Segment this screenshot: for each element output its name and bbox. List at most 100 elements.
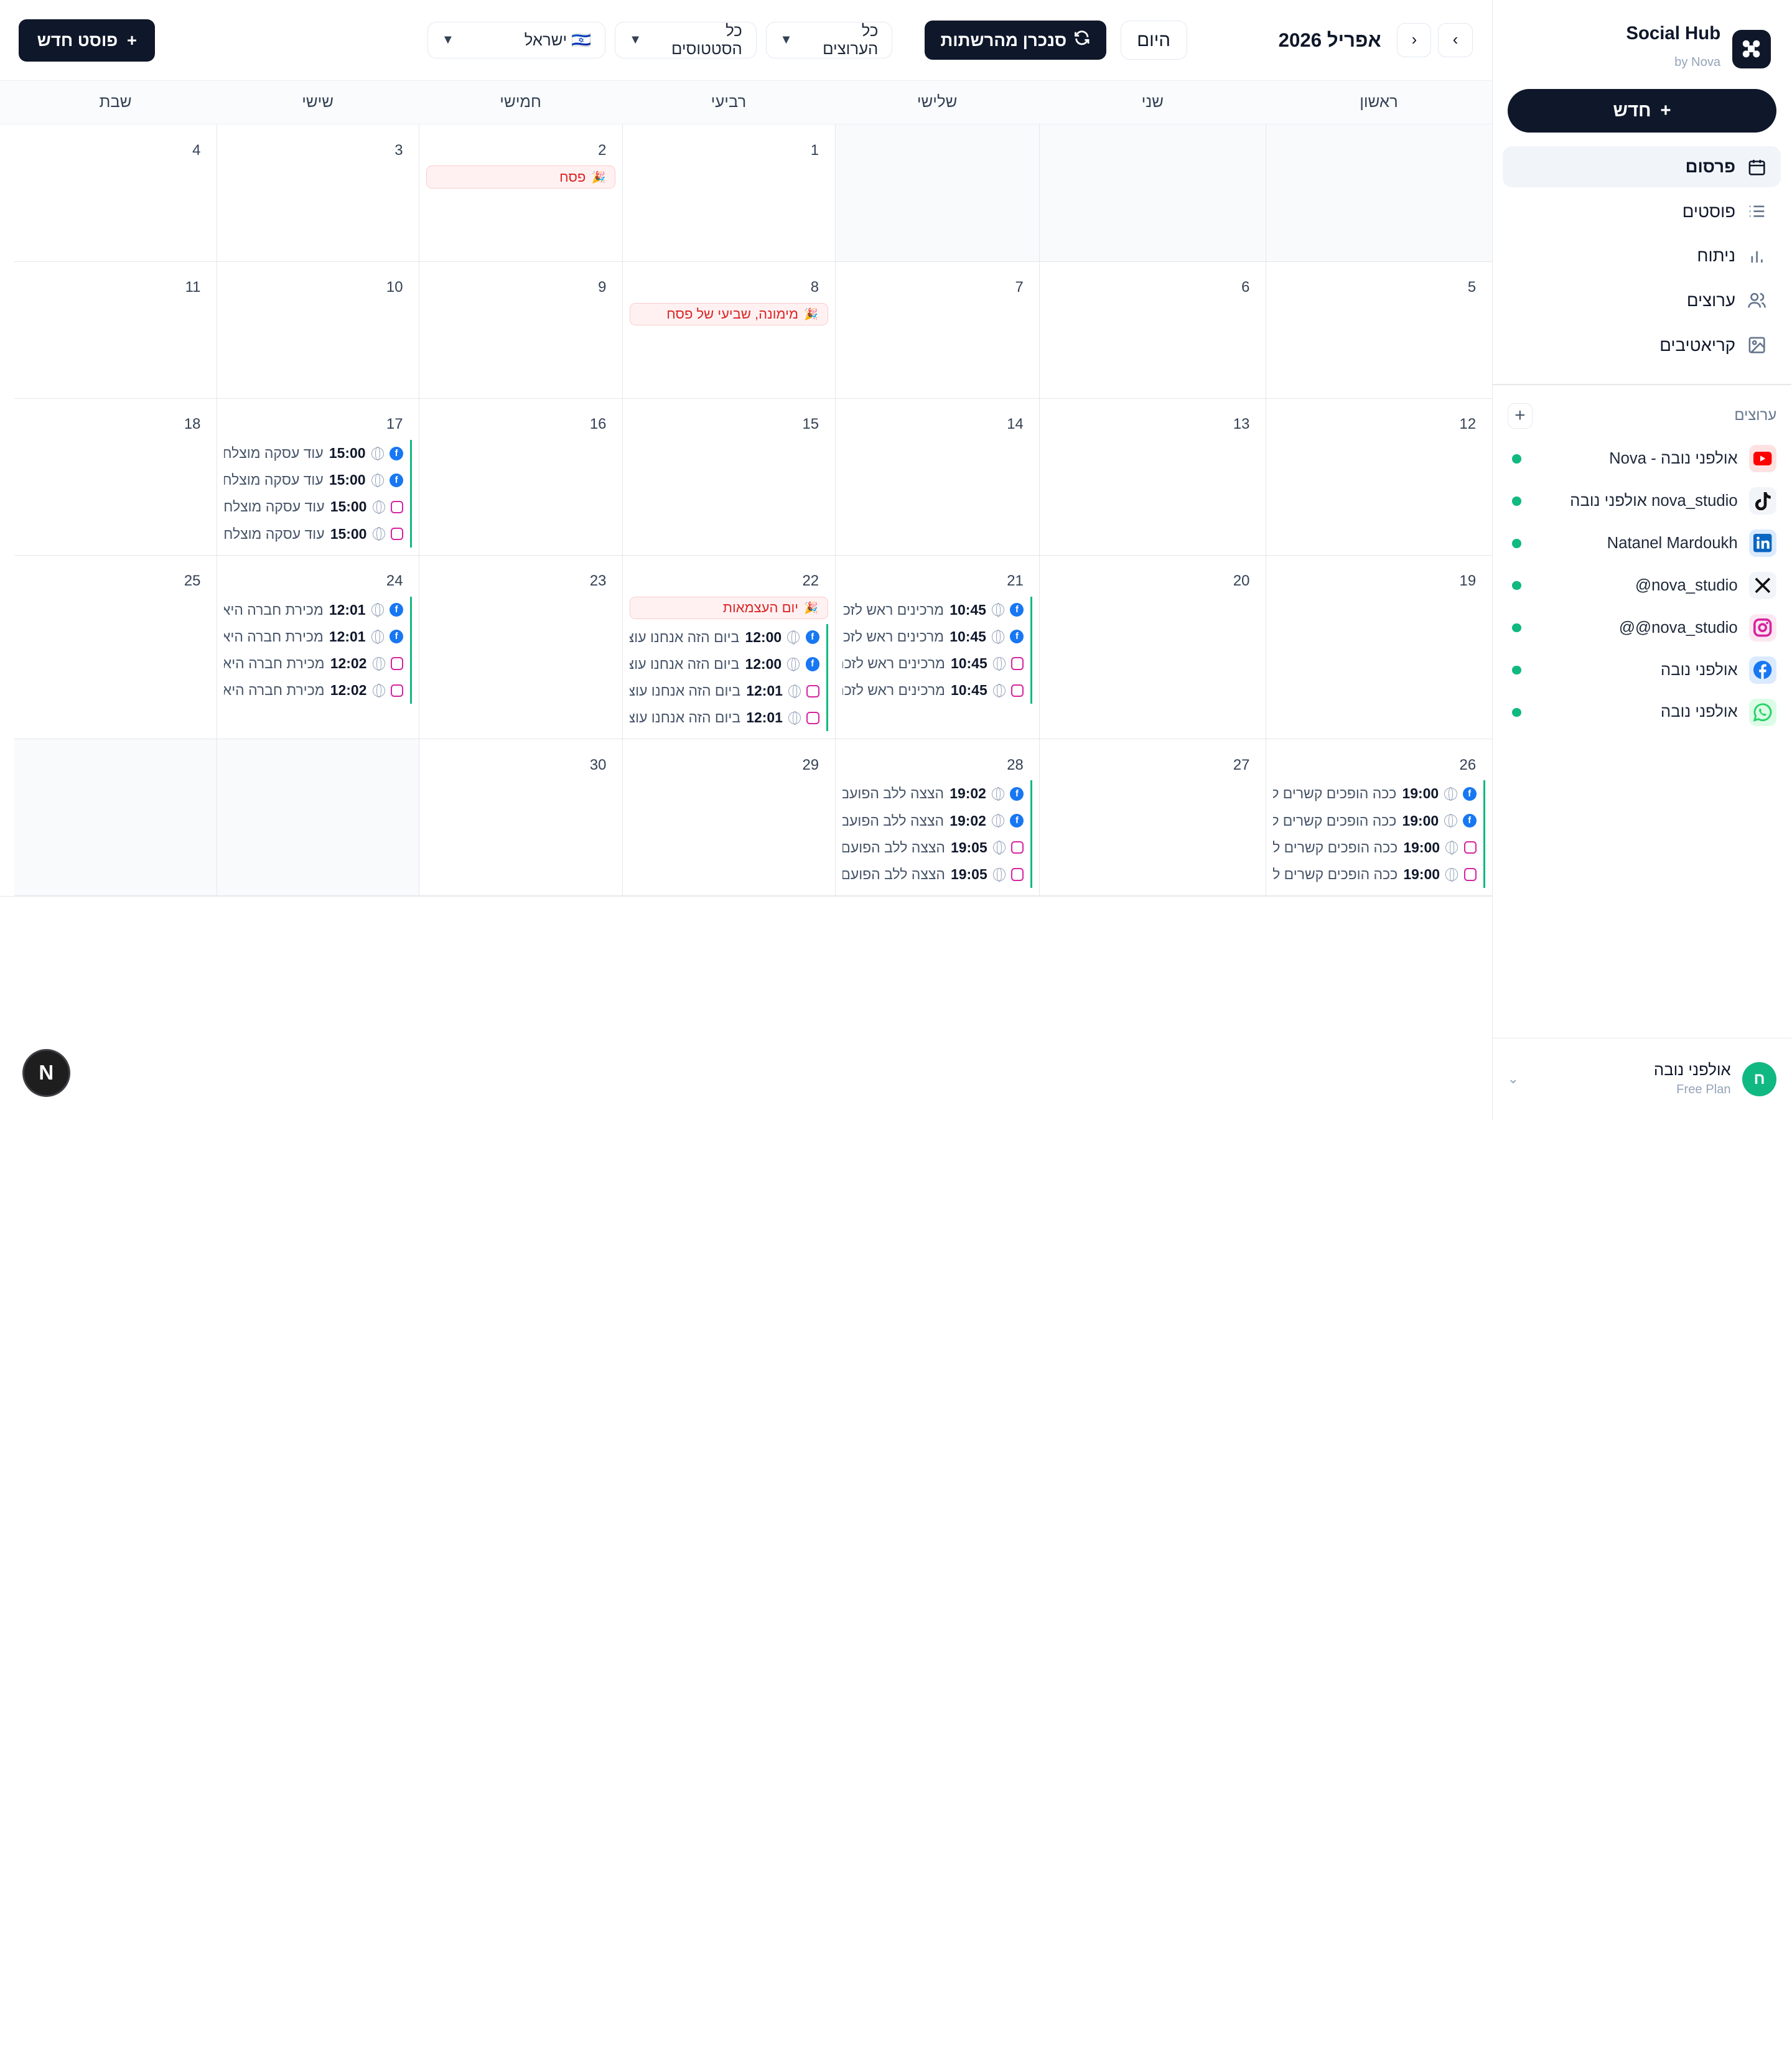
calendar-day-cell[interactable]: 21f10:45מרכינים ראש לזכרם.f10:45מרכינים … — [835, 555, 1040, 740]
calendar-day-cell[interactable]: 15 — [623, 398, 836, 556]
post-time: 19:00 — [1404, 865, 1441, 882]
calendar-day-cell[interactable] — [217, 739, 420, 896]
calendar-day-cell[interactable]: 6 — [1040, 261, 1267, 399]
channel-facebook[interactable]: אולפני נובה — [1508, 649, 1778, 691]
scheduled-post[interactable]: 10:45 מרכינים ראש לזכרם. — [843, 650, 1034, 678]
calendar-day-cell[interactable]: 13 — [1040, 398, 1267, 556]
scheduled-post[interactable]: f 10:45 מרכינים ראש לזכרם. — [843, 623, 1034, 650]
channels-filter-select[interactable]: כל הערוצים ▼ — [766, 22, 894, 59]
scheduled-post[interactable]: 12:01 ביום הזה אנחנו עוצ — [630, 704, 829, 732]
facebook-icon: f — [390, 603, 404, 617]
scheduled-post[interactable]: 10:45 מרכינים ראש לזכרם. — [843, 677, 1034, 704]
calendar-day-cell[interactable] — [835, 124, 1040, 262]
calendar-day-cell[interactable]: 23 — [419, 555, 623, 740]
post-time: 15:00 — [330, 525, 368, 542]
scheduled-post[interactable]: f 12:00 ביום הזה אנחנו עוצ — [630, 650, 829, 678]
calendar-day-cell[interactable] — [1266, 124, 1493, 262]
calendar-day-cell[interactable]: 19 — [1266, 555, 1493, 740]
user-menu[interactable]: ח אולפני נובה Free Plan ⌄ — [1493, 1037, 1792, 1120]
channel-youtube[interactable]: אולפני נובה - Nova — [1508, 437, 1778, 480]
sync-button[interactable]: סנכרן מהרשתות — [925, 21, 1108, 60]
calendar-day-cell[interactable]: 7 — [835, 261, 1040, 399]
sidebar-new-button[interactable]: + חדש — [1508, 89, 1778, 133]
prev-month-button[interactable]: ‹ — [1398, 23, 1432, 58]
scheduled-post[interactable]: 19:05 הצצה ללב הפועם של — [843, 834, 1034, 861]
next-month-button[interactable]: › — [1439, 23, 1473, 58]
sidebar-item-channels[interactable]: ערוצים — [1503, 280, 1781, 321]
post-time: 10:45 — [951, 682, 988, 699]
facebook-icon: f — [806, 630, 820, 645]
scheduled-post[interactable]: f 15:00 עוד עסקה מוצלחת יו — [225, 440, 413, 467]
post-time: 15:00 — [329, 445, 366, 462]
today-button[interactable]: היום — [1121, 21, 1188, 60]
scheduled-post[interactable]: f 19:02 הצצה ללב הפועם של — [843, 780, 1034, 808]
calendar-day-cell[interactable]: 24f12:01מכירת חברה היא לאf12:01מכירת חבר… — [217, 555, 420, 740]
calendar-day-cell[interactable]: 14 — [835, 398, 1040, 556]
calendar-day-cell[interactable]: 28f19:02הצצה ללב הפועם שלf19:02הצצה ללב … — [835, 739, 1040, 896]
scheduled-post[interactable]: 15:00 עוד עסקה מוצלחת יו — [225, 520, 413, 548]
calendar-day-cell[interactable]: 22 יום העצמאות 🎉 f 12:00 ביום הזה אנחנו עוצ f 1… — [623, 555, 836, 740]
scheduled-post[interactable]: 19:00 ככה הופכים קשרים ל — [1274, 861, 1486, 889]
facebook-icon: f — [806, 657, 820, 671]
calendar-day-cell[interactable]: 26 f 19:00 ככה הופכים קשרים ל f 19:00 ככה הופכ… — [1266, 739, 1493, 896]
calendar-day-cell[interactable]: 11 — [14, 262, 218, 399]
channel-name: nova_studio@ — [1635, 576, 1738, 594]
calendar-day-cell[interactable]: 20 — [1040, 555, 1267, 740]
scheduled-post[interactable]: f 19:00 ככה הופכים קשרים ל — [1274, 780, 1486, 808]
calendar-day-cell[interactable]: 5 — [1266, 261, 1493, 399]
scheduled-post[interactable]: 15:00 עוד עסקה מוצלחת יו — [225, 493, 413, 521]
calendar-day-cell[interactable]: 1 — [623, 124, 836, 262]
scheduled-post[interactable]: 19:00 ככה הופכים קשרים ל — [1274, 834, 1486, 861]
calendar-day-cell[interactable]: 9 — [419, 261, 623, 399]
scheduled-post[interactable]: f 15:00 עוד עסקה מוצלחת יו — [225, 467, 413, 494]
calendar-day-cell[interactable]: 2 פסח 🎉 — [419, 124, 623, 262]
add-channel-button[interactable]: + — [1508, 403, 1534, 429]
channel-tiktok[interactable]: nova_studio אולפני נובה — [1508, 480, 1778, 522]
calendar-day-cell[interactable]: 16 — [419, 398, 623, 556]
calendar-day-cell[interactable] — [1040, 124, 1267, 262]
instagram-icon — [1012, 657, 1025, 670]
calendar-day-cell[interactable]: 8 מימונה, שביעי של פסח 🎉 — [623, 261, 836, 399]
holiday-badge[interactable]: מימונה, שביעי של פסח 🎉 — [630, 302, 829, 326]
new-post-button[interactable]: + פוסט חדש — [19, 19, 156, 62]
region-filter-select[interactable]: 🇮🇱 ישראל ▼ — [427, 22, 607, 59]
holiday-badge[interactable]: יום העצמאות 🎉 — [630, 596, 829, 620]
calendar-day-cell[interactable]: 3 — [217, 124, 420, 262]
calendar-day-cell[interactable]: 10 — [217, 261, 420, 399]
sidebar-item-publish[interactable]: פרסום — [1503, 146, 1782, 188]
holiday-badge[interactable]: פסח 🎉 — [427, 166, 617, 189]
calendar-day-cell[interactable]: 18 — [14, 399, 218, 556]
sidebar-item-creatives[interactable]: קריאטיבים — [1503, 325, 1781, 366]
scheduled-post[interactable]: f 12:01 מכירת חברה היא לא — [225, 596, 413, 623]
calendar-day-cell[interactable]: 17 f15:00עוד עסקה מוצלחת יוf15:00עוד עסקה… — [217, 398, 420, 556]
scheduled-post[interactable]: f 19:00 ככה הופכים קשרים ל — [1274, 807, 1486, 834]
scheduled-post[interactable]: f 10:45 מרכינים ראש לזכרם. — [843, 596, 1034, 623]
calendar-day-cell[interactable]: 29 — [623, 739, 836, 896]
scheduled-post[interactable]: 12:01 ביום הזה אנחנו עוצ — [630, 678, 829, 705]
channel-instagram[interactable]: nova_studio@@ — [1508, 607, 1778, 649]
calendar-day-cell[interactable]: 25 — [14, 556, 218, 740]
scheduled-post[interactable]: 12:02 מכירת חברה היא לא — [225, 650, 413, 678]
calendar-day-cell[interactable]: 4 — [14, 124, 218, 262]
holiday-label: מימונה, שביעי של פסח — [667, 306, 799, 322]
channel-whatsapp[interactable]: אולפני נובה — [1508, 691, 1778, 734]
sidebar-item-posts[interactable]: פוסטים — [1503, 191, 1781, 232]
plus-icon: + — [127, 30, 138, 50]
status-filter-select[interactable]: כל הסטטוסים ▼ — [615, 22, 757, 59]
calendar-day-cell[interactable]: 30 — [419, 739, 623, 896]
sidebar-item-analytics[interactable]: ניתוח — [1503, 235, 1781, 276]
calendar-day-cell[interactable]: 12 — [1266, 398, 1493, 556]
channel-linkedin[interactable]: Natanel Mardoukh — [1508, 522, 1778, 564]
calendar-day-cell[interactable] — [14, 739, 218, 896]
scheduled-post[interactable]: 19:05 הצצה ללב הפועם של — [843, 861, 1034, 889]
calendar-day-cell[interactable]: 27 — [1040, 739, 1267, 896]
day-number: 17 — [386, 416, 404, 433]
brand[interactable]: Social Hub by Nova — [1493, 0, 1792, 82]
day-number: 3 — [395, 141, 404, 159]
scheduled-post[interactable]: f 12:01 מכירת חברה היא לא — [225, 623, 413, 650]
dev-tools-button[interactable]: N — [22, 1049, 71, 1098]
scheduled-post[interactable]: f 12:00 ביום הזה אנחנו עוצ — [630, 623, 829, 651]
channel-x[interactable]: nova_studio@ — [1508, 564, 1778, 607]
scheduled-post[interactable]: f 19:02 הצצה ללב הפועם של — [843, 807, 1034, 834]
scheduled-post[interactable]: 12:02 מכירת חברה היא לא — [225, 677, 413, 704]
